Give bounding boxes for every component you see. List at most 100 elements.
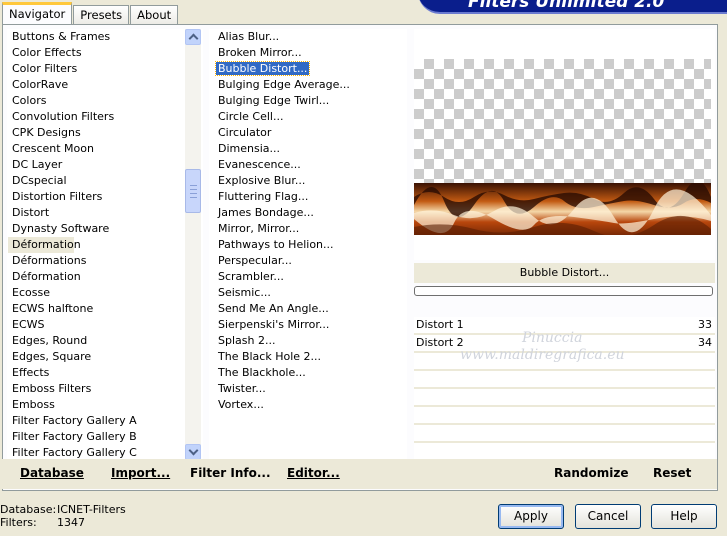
- category-scrollbar[interactable]: [185, 29, 201, 460]
- param-row-empty: [414, 389, 715, 407]
- filter-item[interactable]: Vortex...: [209, 397, 407, 413]
- filter-item[interactable]: The Black Hole 2...: [209, 349, 407, 365]
- watermark-line-1: Pinuccia: [522, 330, 583, 346]
- filter-item-label: Sierpenski's Mirror...: [218, 318, 330, 331]
- category-item[interactable]: Buttons & Frames: [7, 29, 203, 45]
- category-item[interactable]: Déformations: [7, 253, 203, 269]
- filter-item-label: James Bondage...: [218, 206, 314, 219]
- watermark-line-2: www.maldiregrafica.eu: [460, 347, 625, 363]
- category-list[interactable]: Buttons & Frames Color Effects Color Filte…: [7, 29, 203, 460]
- category-item[interactable]: CPK Designs: [7, 125, 203, 141]
- preview-area: [414, 29, 715, 260]
- scroll-down-button[interactable]: [185, 444, 201, 460]
- filter-item[interactable]: Pathways to Helion...: [209, 237, 407, 253]
- tab-navigator[interactable]: Navigator: [2, 2, 73, 24]
- filter-item-label: Fluttering Flag...: [218, 190, 309, 203]
- filter-item[interactable]: James Bondage...: [209, 205, 407, 221]
- chevron-up-icon: [188, 33, 199, 44]
- category-item[interactable]: Color Effects: [7, 45, 203, 61]
- category-item[interactable]: Filter Factory Gallery A: [7, 413, 203, 429]
- category-item[interactable]: Dynasty Software: [7, 221, 203, 237]
- import-button[interactable]: Import...: [111, 466, 170, 480]
- category-item[interactable]: Distortion Filters: [7, 189, 203, 205]
- filters-label: Filters:: [0, 516, 37, 529]
- filter-item-label: Bulging Edge Twirl...: [218, 94, 330, 107]
- apply-button[interactable]: Apply: [498, 504, 564, 529]
- filter-item[interactable]: The Blackhole...: [209, 365, 407, 381]
- editor-button[interactable]: Editor...: [287, 466, 340, 480]
- tab-about[interactable]: About: [130, 5, 179, 24]
- navigator-panel: Buttons & Frames Color Effects Color Filte…: [2, 24, 718, 491]
- category-item[interactable]: Emboss: [7, 397, 203, 413]
- param-label: Distort 2: [416, 336, 464, 349]
- filter-info-button[interactable]: Filter Info...: [190, 466, 271, 480]
- filter-item-label: Evanescence...: [218, 158, 301, 171]
- category-item[interactable]: ColorRave: [7, 77, 203, 93]
- filter-item-label: Vortex...: [218, 398, 264, 411]
- filter-item[interactable]: Evanescence...: [209, 157, 407, 173]
- category-item[interactable]: ECWS halftone: [7, 301, 203, 317]
- filter-item[interactable]: Explosive Blur...: [209, 173, 407, 189]
- filter-item-label: Bulging Edge Average...: [218, 78, 350, 91]
- filter-item[interactable]: Sierpenski's Mirror...: [209, 317, 407, 333]
- filter-item[interactable]: Fluttering Flag...: [209, 189, 407, 205]
- help-button[interactable]: Help: [651, 504, 717, 529]
- category-item[interactable]: Déformation: [8, 237, 81, 253]
- param-value: 34: [698, 336, 712, 349]
- filter-item[interactable]: Circle Cell...: [209, 109, 407, 125]
- filter-item[interactable]: Bulging Edge Twirl...: [209, 93, 407, 109]
- status-info: Database:ICNET-Filters Filters: 1347: [0, 503, 126, 529]
- filter-item[interactable]: Splash 2...: [209, 333, 407, 349]
- filter-item-label: Bubble Distort...: [214, 61, 311, 76]
- category-item[interactable]: Effects: [7, 365, 203, 381]
- category-item[interactable]: Emboss Filters: [7, 381, 203, 397]
- param-row-empty: [414, 407, 715, 425]
- filters-count: 1347: [57, 516, 85, 529]
- filter-item[interactable]: Scrambler...: [209, 269, 407, 285]
- bottom-toolbar: Database Import... Filter Info... Editor…: [2, 459, 717, 489]
- filter-item-label: Broken Mirror...: [218, 46, 302, 59]
- category-item[interactable]: DC Layer: [7, 157, 203, 173]
- filter-item-label: Circulator: [218, 126, 272, 139]
- app-brand-banner: Filters Unlimited 2.0: [418, 0, 727, 14]
- filter-item[interactable]: Broken Mirror...: [209, 45, 407, 61]
- filter-item[interactable]: Send Me An Angle...: [209, 301, 407, 317]
- category-item[interactable]: Ecosse: [7, 285, 203, 301]
- category-item[interactable]: Edges, Round: [7, 333, 203, 349]
- category-item[interactable]: Edges, Square: [7, 349, 203, 365]
- category-item[interactable]: Distort: [7, 205, 203, 221]
- filter-item[interactable]: Mirror, Mirror...: [209, 221, 407, 237]
- filter-item-label: Splash 2...: [218, 334, 276, 347]
- filter-item[interactable]: Circulator: [209, 125, 407, 141]
- filter-item-label: The Blackhole...: [218, 366, 306, 379]
- database-label: Database:: [0, 503, 57, 516]
- category-item[interactable]: DCspecial: [7, 173, 203, 189]
- category-item[interactable]: Color Filters: [7, 61, 203, 77]
- database-value: ICNET-Filters: [57, 503, 126, 516]
- category-item[interactable]: Filter Factory Gallery B: [7, 429, 203, 445]
- preview-image: [414, 183, 711, 235]
- category-item[interactable]: Crescent Moon: [7, 141, 203, 157]
- filter-item[interactable]: Seismic...: [209, 285, 407, 301]
- filter-item[interactable]: Alias Blur...: [209, 29, 407, 45]
- filter-item[interactable]: Twister...: [209, 381, 407, 397]
- database-button[interactable]: Database: [20, 466, 84, 480]
- filter-item[interactable]: Perspecular...: [209, 253, 407, 269]
- filter-item[interactable]: Bubble Distort...: [209, 61, 407, 77]
- filter-item[interactable]: Bulging Edge Average...: [209, 77, 407, 93]
- category-item[interactable]: Colors: [7, 93, 203, 109]
- reset-button[interactable]: Reset: [653, 466, 691, 480]
- filter-item-label: Dimensia...: [218, 142, 280, 155]
- scroll-up-button[interactable]: [185, 29, 201, 45]
- category-item[interactable]: Convolution Filters: [7, 109, 203, 125]
- filter-item[interactable]: Dimensia...: [209, 141, 407, 157]
- filter-list[interactable]: Alias Blur... Broken Mirror... Bubble Dist…: [209, 29, 407, 460]
- chevron-down-icon: [188, 445, 199, 456]
- category-item[interactable]: Déformation: [7, 269, 203, 285]
- randomize-button[interactable]: Randomize: [554, 466, 628, 480]
- tab-presets[interactable]: Presets: [73, 5, 130, 24]
- param-label: Distort 1: [416, 318, 464, 331]
- scroll-thumb[interactable]: [185, 169, 201, 213]
- cancel-button[interactable]: Cancel: [575, 504, 641, 529]
- category-item[interactable]: ECWS: [7, 317, 203, 333]
